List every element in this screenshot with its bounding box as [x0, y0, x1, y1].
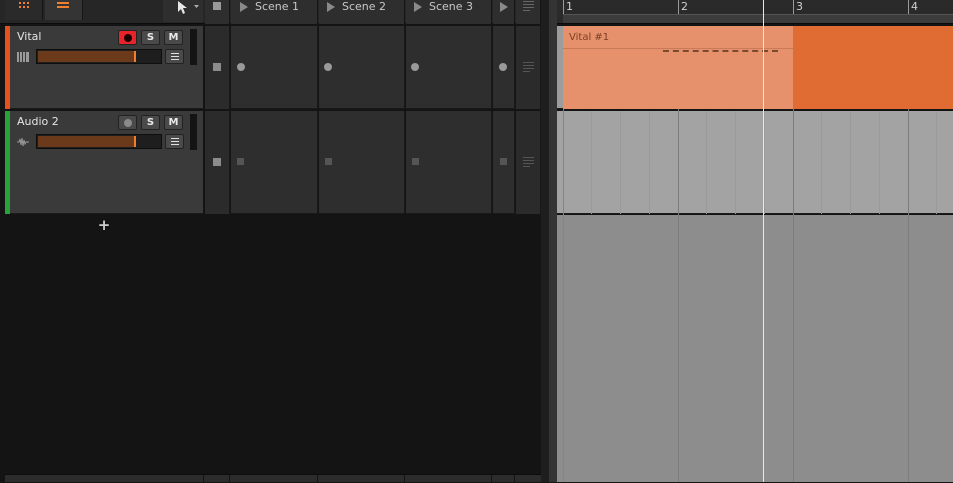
record-slot-icon	[411, 63, 419, 71]
next-scene-button[interactable]	[493, 0, 515, 24]
stop-icon	[213, 2, 221, 10]
track-name: Vital	[17, 30, 42, 43]
record-icon	[124, 34, 132, 42]
master-track-row	[5, 474, 541, 483]
clip-slot[interactable]	[493, 26, 515, 109]
piano-icon	[17, 52, 29, 62]
volume-fader[interactable]	[36, 134, 162, 149]
clip-name: Vital #1	[569, 32, 610, 43]
empty-slot-icon	[412, 158, 419, 165]
record-arm-button[interactable]	[118, 30, 137, 45]
clip-slot[interactable]	[406, 111, 492, 214]
stop-all-clips-button[interactable]	[205, 0, 230, 24]
arranger-view-button[interactable]	[45, 0, 83, 20]
empty-slot-icon	[237, 158, 244, 165]
play-icon	[414, 2, 422, 12]
scene-3-launcher[interactable]: Scene 3	[406, 0, 492, 24]
empty-slot-icon	[500, 158, 507, 165]
track-header-vital[interactable]: Vital S M	[10, 26, 203, 109]
track-menu-button[interactable]	[165, 49, 184, 64]
track-name: Audio 2	[17, 115, 59, 128]
volume-handle[interactable]	[134, 136, 136, 147]
mute-button[interactable]: M	[164, 115, 183, 130]
list-icon	[523, 157, 534, 167]
playhead[interactable]	[763, 0, 764, 482]
record-slot-icon	[324, 63, 332, 71]
add-track-button[interactable]: +	[97, 217, 111, 233]
clip-launcher-icon	[19, 2, 29, 8]
arranger-clip-vital-1[interactable]: Vital #1	[563, 26, 793, 109]
level-meter	[190, 29, 197, 65]
waveform-icon	[17, 137, 29, 147]
track-options-cell[interactable]	[516, 26, 541, 109]
solo-button[interactable]: S	[141, 115, 160, 130]
list-icon	[523, 62, 534, 72]
scene-1-launcher[interactable]: Scene 1	[231, 0, 318, 24]
bar-number: 1	[566, 0, 573, 13]
play-icon	[240, 2, 248, 12]
arranger-icon	[57, 2, 69, 8]
bar-number: 3	[796, 0, 803, 13]
record-slot-icon	[499, 63, 507, 71]
note-dashes	[663, 50, 778, 52]
solo-button[interactable]: S	[141, 30, 160, 45]
track-header-audio-2[interactable]: Audio 2 S M	[10, 111, 203, 214]
bar-number: 4	[911, 0, 918, 13]
record-slot-icon	[237, 63, 245, 71]
menu-icon	[171, 138, 179, 139]
play-icon	[327, 2, 335, 12]
volume-handle[interactable]	[134, 51, 136, 62]
chevron-down-icon	[194, 5, 199, 8]
arranger-empty-area[interactable]	[557, 215, 953, 482]
record-arm-button[interactable]	[118, 115, 137, 130]
volume-fader[interactable]	[36, 49, 162, 64]
clip-slot[interactable]	[406, 26, 492, 109]
scene-label: Scene 1	[255, 0, 300, 13]
stop-track-button[interactable]	[205, 111, 230, 214]
launcher-options-button[interactable]	[516, 0, 541, 24]
stop-icon	[213, 158, 221, 166]
pane-divider[interactable]	[541, 0, 549, 482]
arranger-left-margin	[549, 0, 557, 482]
list-icon	[523, 1, 534, 11]
mute-button[interactable]: M	[164, 30, 183, 45]
clip-slot[interactable]	[493, 111, 515, 214]
tool-selector[interactable]	[163, 0, 203, 22]
empty-slot-icon	[325, 158, 332, 165]
clip-slot[interactable]	[231, 111, 318, 214]
clip-slot[interactable]	[231, 26, 318, 109]
arranger-lane-audio-2[interactable]	[557, 111, 953, 214]
play-icon	[500, 2, 508, 12]
arranger-clip-loop[interactable]	[793, 26, 953, 109]
pointer-tool-icon	[178, 1, 187, 14]
menu-icon	[171, 53, 179, 54]
stop-track-button[interactable]	[205, 26, 230, 109]
clip-slot[interactable]	[319, 111, 405, 214]
track-options-cell[interactable]	[516, 111, 541, 214]
loop-region-bar[interactable]	[563, 14, 953, 23]
clip-launcher-view-button[interactable]	[5, 0, 43, 20]
bar-number: 2	[681, 0, 688, 13]
record-icon	[124, 119, 132, 127]
volume-fill	[38, 51, 134, 62]
track-menu-button[interactable]	[165, 134, 184, 149]
stop-icon	[213, 63, 221, 71]
timeline-ruler[interactable]: 1 2 3 4	[557, 0, 953, 24]
clip-slot[interactable]	[319, 26, 405, 109]
volume-fill	[38, 136, 134, 147]
scene-label: Scene 3	[429, 0, 474, 13]
scene-2-launcher[interactable]: Scene 2	[319, 0, 405, 24]
level-meter	[190, 114, 197, 150]
scene-label: Scene 2	[342, 0, 387, 13]
